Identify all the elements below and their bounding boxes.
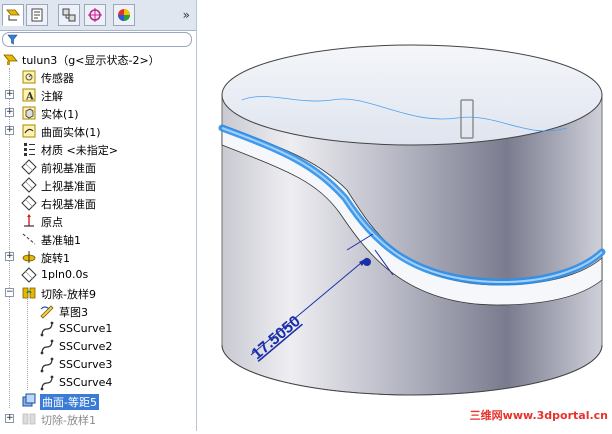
- expand-toggle[interactable]: +: [5, 252, 14, 261]
- plane-icon: [21, 177, 37, 193]
- tree-item-label: 草图3: [59, 306, 88, 319]
- tree-item-label: 1pln0.0s: [41, 268, 89, 281]
- filter-icon: [7, 34, 18, 45]
- property-manager-tab[interactable]: [26, 4, 48, 26]
- tree-item-front-plane[interactable]: 前视基准面: [0, 158, 196, 176]
- manager-tab-bar: »: [0, 0, 196, 31]
- collapse-toggle[interactable]: −: [5, 288, 14, 297]
- curve-icon: [40, 357, 54, 373]
- tree-item-label: 基准轴1: [41, 234, 81, 247]
- watermark: 三维网www.3dportal.cn: [469, 409, 608, 422]
- tree-item-annotations[interactable]: + A 注解: [0, 86, 196, 104]
- tree-item-revolve1[interactable]: + 旋转1: [0, 248, 196, 266]
- tree-item-label: 旋转1: [41, 252, 70, 265]
- origin-icon: [24, 214, 34, 227]
- plane-icon: [21, 195, 37, 211]
- offset-surface-icon: [22, 393, 36, 407]
- tree-item-label: 切除-放样1: [41, 414, 96, 427]
- curve-icon: [40, 375, 54, 391]
- tree-item-label: 前视基准面: [41, 162, 96, 175]
- tree-item-sscurve1[interactable]: SSCurve1: [0, 320, 196, 338]
- sensor-icon: [22, 70, 36, 84]
- configuration-manager-tab[interactable]: [58, 4, 80, 26]
- tree-item-axis1[interactable]: 基准轴1: [0, 230, 196, 248]
- tree-item-solid-bodies[interactable]: + 实体(1): [0, 104, 196, 122]
- tree-item-label: 曲面-等距5: [40, 394, 99, 410]
- tree-item-right-plane[interactable]: 右视基准面: [0, 194, 196, 212]
- sketch-icon: [40, 305, 54, 319]
- expand-toggle[interactable]: +: [5, 126, 14, 135]
- panel-expand-button[interactable]: »: [183, 8, 190, 22]
- material-icon: [24, 143, 35, 156]
- tree-item-offset-surface5[interactable]: 曲面-等距5: [0, 392, 196, 410]
- cut-loft-icon: [22, 287, 36, 299]
- crosshair-icon: [88, 8, 102, 22]
- tree-item-surface-bodies[interactable]: + 曲面实体(1): [0, 122, 196, 140]
- configuration-icon: [62, 8, 76, 22]
- tree-item-label: 材质 <未指定>: [41, 144, 118, 157]
- graphics-viewport[interactable]: 17.5050 三维网www.3dportal.cn: [197, 0, 612, 431]
- expand-toggle[interactable]: +: [5, 414, 14, 423]
- tree-item-sketch3[interactable]: 草图3: [0, 302, 196, 320]
- display-manager-tab[interactable]: [113, 4, 135, 26]
- tree-item-sscurve2[interactable]: SSCurve2: [0, 338, 196, 356]
- tree-item-1pln[interactable]: 1pln0.0s: [0, 266, 196, 284]
- revolve-icon: [22, 251, 36, 263]
- axis-icon: [22, 233, 36, 245]
- tree-item-label: 实体(1): [41, 108, 79, 121]
- tree-item-label: 曲面实体(1): [41, 126, 101, 139]
- tree-item-label: SSCurve2: [59, 340, 113, 353]
- expand-toggle[interactable]: +: [5, 108, 14, 117]
- tree-item-cut-loft9[interactable]: − 切除-放样9: [0, 284, 196, 302]
- tree-item-label: SSCurve4: [59, 376, 113, 389]
- tree-item-label: 原点: [41, 216, 63, 229]
- solid-body-icon: [22, 106, 36, 120]
- plane-icon: [21, 159, 37, 175]
- property-icon: [31, 8, 43, 22]
- tree-item-label: 传感器: [41, 72, 74, 85]
- tree-item-label: SSCurve1: [59, 322, 113, 335]
- tree-item-material[interactable]: 材质 <未指定>: [0, 140, 196, 158]
- feature-manager-panel: » tulun3（g<显示状态-2>） 传感器 + A 注解 + 实体(1) +: [0, 0, 197, 431]
- tree-item-origin[interactable]: 原点: [0, 212, 196, 230]
- tree-item-cut-loft1[interactable]: + 切除-放样1: [0, 410, 196, 428]
- tree-item-sscurve3[interactable]: SSCurve3: [0, 356, 196, 374]
- cam-top-face: [221, 44, 603, 146]
- tree-filter-box[interactable]: [2, 32, 192, 47]
- part-icon: [3, 54, 18, 65]
- dimxpert-tab[interactable]: [84, 4, 106, 26]
- feature-manager-tab[interactable]: [2, 4, 24, 26]
- plane-icon: [21, 267, 37, 283]
- tree-item-label: 注解: [41, 90, 63, 103]
- color-wheel-icon: [118, 9, 130, 21]
- tree-item-label: 切除-放样9: [41, 288, 96, 301]
- surface-body-icon: [22, 124, 36, 138]
- tree-item-sscurve4[interactable]: SSCurve4: [0, 374, 196, 392]
- tree-item-top-plane[interactable]: 上视基准面: [0, 176, 196, 194]
- tree-item-sensors[interactable]: 传感器: [0, 68, 196, 86]
- cut-loft-icon: [22, 413, 36, 425]
- tree-item-label: 右视基准面: [41, 198, 96, 211]
- curve-icon: [40, 321, 54, 337]
- model-view: 17.5050: [218, 44, 606, 396]
- curve-icon: [40, 339, 54, 355]
- tree-item-label: 上视基准面: [41, 180, 96, 193]
- feature-tree-icon: [6, 9, 20, 21]
- tree-root[interactable]: tulun3（g<显示状态-2>）: [0, 50, 196, 68]
- tree-item-label: SSCurve3: [59, 358, 113, 371]
- svg-text:A: A: [25, 92, 34, 103]
- expand-toggle[interactable]: +: [5, 90, 14, 99]
- tree-root-label: tulun3（g<显示状态-2>）: [22, 54, 160, 67]
- annotation-icon: A: [22, 88, 36, 103]
